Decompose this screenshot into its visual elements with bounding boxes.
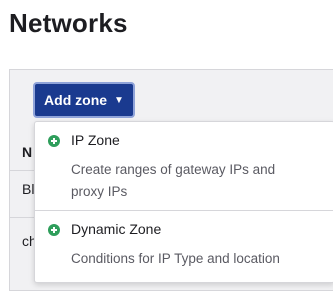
- menu-item-ip-zone[interactable]: IP Zone Create ranges of gateway IPs and…: [35, 122, 333, 210]
- add-zone-dropdown: IP Zone Create ranges of gateway IPs and…: [34, 121, 333, 283]
- menu-item-title: IP Zone: [71, 132, 120, 148]
- table-row[interactable]: Bl: [22, 181, 34, 197]
- page-title: Networks: [9, 8, 128, 38]
- menu-item-description: Conditions for IP Type and location: [71, 251, 280, 266]
- plus-circle-icon: [48, 224, 60, 236]
- add-zone-label: Add zone: [44, 92, 108, 108]
- add-zone-button[interactable]: Add zone ▼: [33, 82, 135, 118]
- caret-down-icon: ▼: [114, 94, 124, 106]
- menu-item-title: Dynamic Zone: [71, 221, 162, 237]
- plus-circle-icon: [48, 135, 60, 147]
- row-divider: [10, 217, 34, 218]
- menu-item-dynamic-zone[interactable]: Dynamic Zone Conditions for IP Type and …: [35, 211, 333, 282]
- table-header-name: N: [22, 144, 33, 160]
- row-divider: [10, 170, 34, 171]
- menu-item-description: Create ranges of gateway IPs and proxy I…: [71, 162, 276, 199]
